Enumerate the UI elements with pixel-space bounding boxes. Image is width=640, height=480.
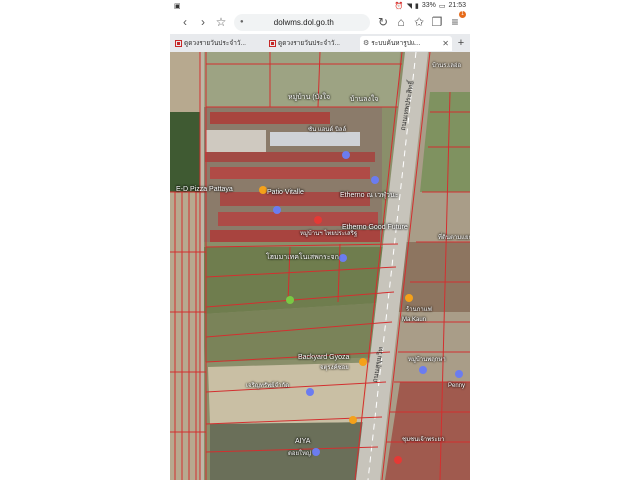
tabs-button[interactable]: ❐: [428, 13, 446, 31]
browser-toolbar: ‹ › ☆ ● dolwms.dol.go.th ↻ ⌂ ✩ ❐ ≡ 1: [170, 11, 470, 33]
pin-blue-icon: [419, 366, 427, 374]
add-bookmark-button[interactable]: ✩: [410, 13, 428, 31]
favicon-icon: [269, 39, 276, 47]
favicon-icon: ⚙: [363, 40, 370, 47]
wifi-icon: ◥: [406, 2, 412, 10]
reload-button[interactable]: ↻: [374, 13, 392, 31]
map-label: Backyard Gyoza: [298, 354, 350, 361]
home-button[interactable]: ⌂: [392, 13, 410, 31]
pin-green-icon: [286, 296, 294, 304]
map-label: บ้านร.เลอ่อ: [432, 63, 462, 69]
map-label: หมู่บ้านพฤกษา: [408, 357, 446, 363]
map-label: บ้านลงใจ: [350, 96, 379, 103]
close-tab-icon[interactable]: ✕: [442, 39, 449, 48]
map-label: E-D Pizza Pattaya: [176, 186, 233, 193]
map-label: เจริญทรัพย์จำกัด: [246, 383, 289, 389]
reload-icon: ↻: [377, 15, 389, 29]
pin-blue-icon: [312, 448, 320, 456]
pin-blue-icon: [273, 206, 281, 214]
menu-button[interactable]: ≡ 1: [446, 11, 466, 31]
bookmark-star-button[interactable]: ☆: [212, 13, 230, 31]
pin-blue-icon: [339, 254, 347, 262]
address-bar[interactable]: ● dolwms.dol.go.th: [234, 13, 370, 31]
map-label: ดอยใหญ่: [288, 451, 312, 457]
map-label: โฮมมาเทคโนเสพกระจก: [266, 254, 339, 261]
map-label: AIYA: [295, 438, 311, 445]
map-label: Ma Kaun: [402, 317, 427, 323]
signal-icon: ▮: [414, 2, 419, 10]
tabs-icon: ❐: [431, 15, 443, 29]
star-icon: ☆: [215, 15, 227, 29]
pin-red-icon: [394, 456, 402, 464]
tab-1[interactable]: ดูดวงรายวันประจำวั...: [172, 36, 264, 51]
pin-orange-icon: [259, 186, 267, 194]
map-label: Penny: [448, 383, 466, 389]
battery-percent: 33%: [421, 2, 436, 9]
battery-icon: ▭: [438, 2, 446, 10]
map-label: Etherno Good Future: [342, 224, 408, 231]
home-icon: ⌂: [397, 15, 405, 29]
notification-icon: ▣: [174, 2, 181, 10]
alarm-icon: ⏰: [394, 2, 404, 10]
status-right: ⏰ ◥ ▮ 33% ▭ 21:53: [395, 2, 466, 10]
pin-blue-icon: [342, 151, 350, 159]
map-label: Patio Vitalle: [267, 189, 304, 196]
pin-blue-icon: [306, 388, 314, 396]
pin-blue-icon: [371, 176, 379, 184]
field-bare: [208, 362, 385, 424]
west-trees: [170, 112, 200, 192]
satellite-map: [170, 52, 470, 480]
pin-orange-icon: [405, 294, 413, 302]
pin-orange-icon: [349, 416, 357, 424]
map-label: ร้านกาแฟ: [406, 307, 432, 313]
tab-3-active[interactable]: ⚙ ระบบค้นหารูปแ... ✕: [360, 35, 452, 51]
chevron-right-icon: ›: [201, 15, 205, 29]
map-label: Etherno ณ เวฬุวนะ: [340, 192, 399, 199]
back-button[interactable]: ‹: [176, 13, 194, 31]
favicon-icon: [175, 39, 182, 47]
map-label: ซัน แอนด์ บิลล์: [308, 127, 347, 133]
map-view[interactable]: บ้านร.เลอ่อ หมู่บ้าน (บังใจ บ้านลงใจ ซัน…: [170, 52, 470, 480]
west-road: [200, 52, 204, 480]
tab-strip: ดูดวงรายวันประจำวั... ดูดวงรายวันประจำวั…: [170, 34, 470, 52]
url-text: dolwms.dol.go.th: [273, 17, 334, 27]
pin-red-icon: [314, 216, 322, 224]
chevron-left-icon: ‹: [183, 15, 187, 29]
phone-screen: ▣ ⏰ ◥ ▮ 33% ▭ 21:53 ‹ › ☆ ● dolwms.dol.g…: [170, 0, 470, 480]
forward-button[interactable]: ›: [194, 13, 212, 31]
map-label: หมู่บ้าน (บังใจ: [288, 94, 331, 101]
tab-label: ระบบค้นหารูปแ...: [371, 40, 421, 47]
pin-orange-icon: [359, 358, 367, 366]
map-label: ชุมชนเจ้าพระยา: [402, 437, 445, 443]
new-tab-button[interactable]: +: [454, 37, 468, 49]
menu-icon: ≡: [451, 15, 459, 29]
pin-blue-icon: [455, 370, 463, 378]
menu-badge: 1: [459, 11, 466, 18]
map-label: ที่ดินตามแยก: [438, 235, 470, 241]
east-town: [385, 382, 470, 480]
tab-label: ดูดวงรายวันประจำวั...: [278, 40, 340, 47]
clock: 21:53: [448, 2, 466, 9]
tab-2[interactable]: ดูดวงรายวันประจำวั...: [266, 36, 358, 51]
status-bar: ▣ ⏰ ◥ ▮ 33% ▭ 21:53: [170, 0, 470, 11]
tab-label: ดูดวงรายวันประจำวั...: [184, 40, 246, 47]
housing-estate: [202, 107, 382, 242]
map-label: จตุรงค์ซอย: [320, 365, 349, 371]
bookmark-add-icon: ✩: [413, 15, 425, 29]
